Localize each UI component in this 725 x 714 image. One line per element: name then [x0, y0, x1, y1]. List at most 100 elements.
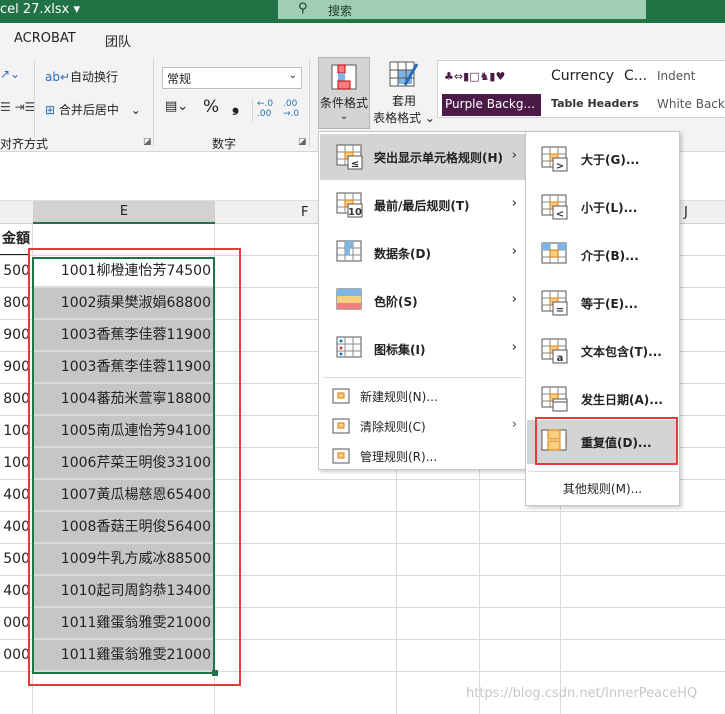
- style-purple-background[interactable]: Purple Backg...: [442, 94, 541, 116]
- menu-item-highlight-cells-rules[interactable]: ≤ 突出显示单元格规则(H) ›: [320, 134, 525, 180]
- date-occurring-icon: [541, 386, 568, 411]
- svg-text:<: <: [556, 209, 564, 220]
- data-bars-icon: [336, 240, 362, 261]
- dialog-launcher-icon[interactable]: ◪: [143, 137, 152, 147]
- menu-item-new-rule[interactable]: 新建规则(N)...: [320, 382, 525, 410]
- svg-text:=: =: [556, 305, 564, 316]
- wrap-text-button[interactable]: ab↵自动换行: [45, 68, 118, 85]
- menu-item-label: 色阶(S): [374, 294, 418, 309]
- comma-button[interactable]: ❟: [232, 95, 239, 116]
- wrap-text-icon: ab↵: [45, 70, 71, 84]
- format-table-label-1: 套用: [391, 94, 416, 108]
- cell-d[interactable]: 900: [0, 320, 30, 351]
- divider: [252, 99, 253, 123]
- cell-d[interactable]: 100: [0, 448, 30, 479]
- ribbon-tabs: ACROBAT 团队: [0, 23, 725, 55]
- column-header-j[interactable]: J: [684, 205, 688, 220]
- cell-d[interactable]: 400: [0, 480, 30, 511]
- cell-d[interactable]: 800: [0, 288, 30, 319]
- number-format-value: 常规: [167, 72, 192, 86]
- format-table-label-2: 表格格式 ⌄: [373, 111, 435, 125]
- search-box[interactable]: ⚲ 搜索: [278, 0, 646, 19]
- style-c[interactable]: C...: [624, 68, 647, 84]
- menu-item-label: 图标集(I): [374, 342, 426, 357]
- text-contains-icon: a: [541, 338, 568, 364]
- tab-team[interactable]: 团队: [105, 31, 131, 50]
- dialog-launcher-icon[interactable]: ◪: [298, 137, 307, 147]
- menu-item-icon-sets[interactable]: 图标集(I) ›: [320, 326, 525, 372]
- conditional-format-icon: [331, 64, 357, 90]
- tab-acrobat[interactable]: ACROBAT: [14, 31, 76, 46]
- menu-item-top-bottom-rules[interactable]: 10 最前/最后规则(T) ›: [320, 182, 525, 228]
- search-placeholder: 搜索: [328, 4, 353, 18]
- menu-item-label: 清除规则(C): [360, 419, 426, 434]
- submenu-item-between[interactable]: 介于(B)...: [527, 232, 678, 278]
- cell-styles-gallery: ♣⇔▮□♞▮♥ Currency C... Indent Purple Back…: [437, 60, 725, 118]
- menu-divider: [323, 377, 523, 378]
- group-label-number: 数字: [212, 137, 237, 151]
- search-icon: ⚲: [298, 1, 308, 16]
- wrap-text-label: 自动换行: [70, 70, 119, 84]
- submenu-item-more-rules[interactable]: 其他规则(M)...: [526, 480, 679, 497]
- cell-d[interactable]: 900: [0, 352, 30, 383]
- menu-item-label: 最前/最后规则(T): [374, 198, 470, 213]
- chevron-right-icon: ›: [511, 148, 517, 163]
- accounting-format-icon[interactable]: ▤⌄: [165, 99, 188, 114]
- svg-text:10: 10: [348, 207, 362, 218]
- submenu-item-less-than[interactable]: < 小于(L)...: [527, 184, 678, 230]
- increase-decimal-button[interactable]: ←.0 .00: [257, 99, 277, 119]
- equal-to-icon: =: [541, 290, 568, 316]
- column-header-f[interactable]: F: [301, 205, 308, 220]
- header-cell-amount[interactable]: 金額: [0, 224, 30, 255]
- submenu-item-equal-to[interactable]: = 等于(E)...: [527, 280, 678, 326]
- menu-item-manage-rules[interactable]: 管理规则(R)...: [320, 442, 525, 470]
- style-glyphs-icon[interactable]: ♣⇔▮□♞▮♥: [444, 70, 505, 83]
- chevron-right-icon: ›: [511, 244, 517, 259]
- greater-than-icon: >: [541, 146, 568, 172]
- column-header-e[interactable]: E: [33, 201, 215, 224]
- manage-rules-icon: [332, 448, 350, 464]
- new-rule-icon: [332, 388, 350, 404]
- orientation-icon[interactable]: ↗⌄: [0, 67, 20, 81]
- decrease-decimal-button[interactable]: .00 →.0: [283, 99, 303, 119]
- cell-d[interactable]: 400: [0, 576, 30, 607]
- menu-item-color-scales[interactable]: 色阶(S) ›: [320, 278, 525, 324]
- less-than-icon: <: [541, 194, 568, 220]
- conditional-format-button[interactable]: 条件格式 ⌄: [318, 57, 370, 129]
- clear-rules-icon: [332, 418, 350, 434]
- submenu-item-greater-than[interactable]: > 大于(G)...: [527, 136, 678, 182]
- icon-sets-icon: [336, 336, 362, 357]
- submenu-item-text-contains[interactable]: a 文本包含(T)...: [527, 328, 678, 374]
- cell-d[interactable]: 000: [0, 640, 30, 671]
- style-indent[interactable]: Indent: [657, 69, 695, 83]
- cell-d[interactable]: 800: [0, 384, 30, 415]
- divider: [309, 59, 310, 147]
- merge-center-label: 合并后居中: [58, 103, 119, 117]
- svg-text:>: >: [556, 161, 564, 172]
- top-bottom-rules-icon: 10: [336, 192, 363, 218]
- submenu-item-date-occurring[interactable]: 发生日期(A)...: [527, 376, 678, 422]
- cell-d[interactable]: 100: [0, 416, 30, 447]
- duplicate-highlight-box: [535, 417, 678, 465]
- merge-center-button[interactable]: ⊞ 合并后居中 ⌄: [45, 101, 141, 118]
- menu-item-label: 数据条(D): [374, 246, 431, 261]
- style-table-headers[interactable]: Table Headers: [551, 97, 639, 110]
- style-white-background[interactable]: White Back: [657, 97, 725, 111]
- percent-button[interactable]: %: [203, 97, 219, 117]
- submenu-item-label: 小于(L)...: [581, 200, 638, 215]
- indent-icon[interactable]: ☰ ⇥☰: [0, 100, 35, 114]
- menu-item-clear-rules[interactable]: 清除规则(C) ›: [320, 412, 525, 440]
- cell-d[interactable]: 400: [0, 512, 30, 543]
- format-as-table-button[interactable]: 套用 表格格式 ⌄: [372, 61, 436, 126]
- file-name[interactable]: cel 27.xlsx ▾: [0, 2, 80, 17]
- submenu-item-label: 等于(E)...: [581, 296, 638, 311]
- cell-d[interactable]: 500: [0, 544, 30, 575]
- cell-d[interactable]: 500: [0, 256, 30, 287]
- style-currency[interactable]: Currency: [551, 68, 614, 84]
- menu-item-label: 管理规则(R)...: [360, 449, 438, 464]
- chevron-right-icon: ›: [511, 196, 517, 211]
- menu-item-data-bars[interactable]: 数据条(D) ›: [320, 230, 525, 276]
- number-format-dropdown[interactable]: 常规 ⌄: [162, 67, 302, 89]
- submenu-item-label: 大于(G)...: [581, 152, 640, 167]
- cell-d[interactable]: 000: [0, 608, 30, 639]
